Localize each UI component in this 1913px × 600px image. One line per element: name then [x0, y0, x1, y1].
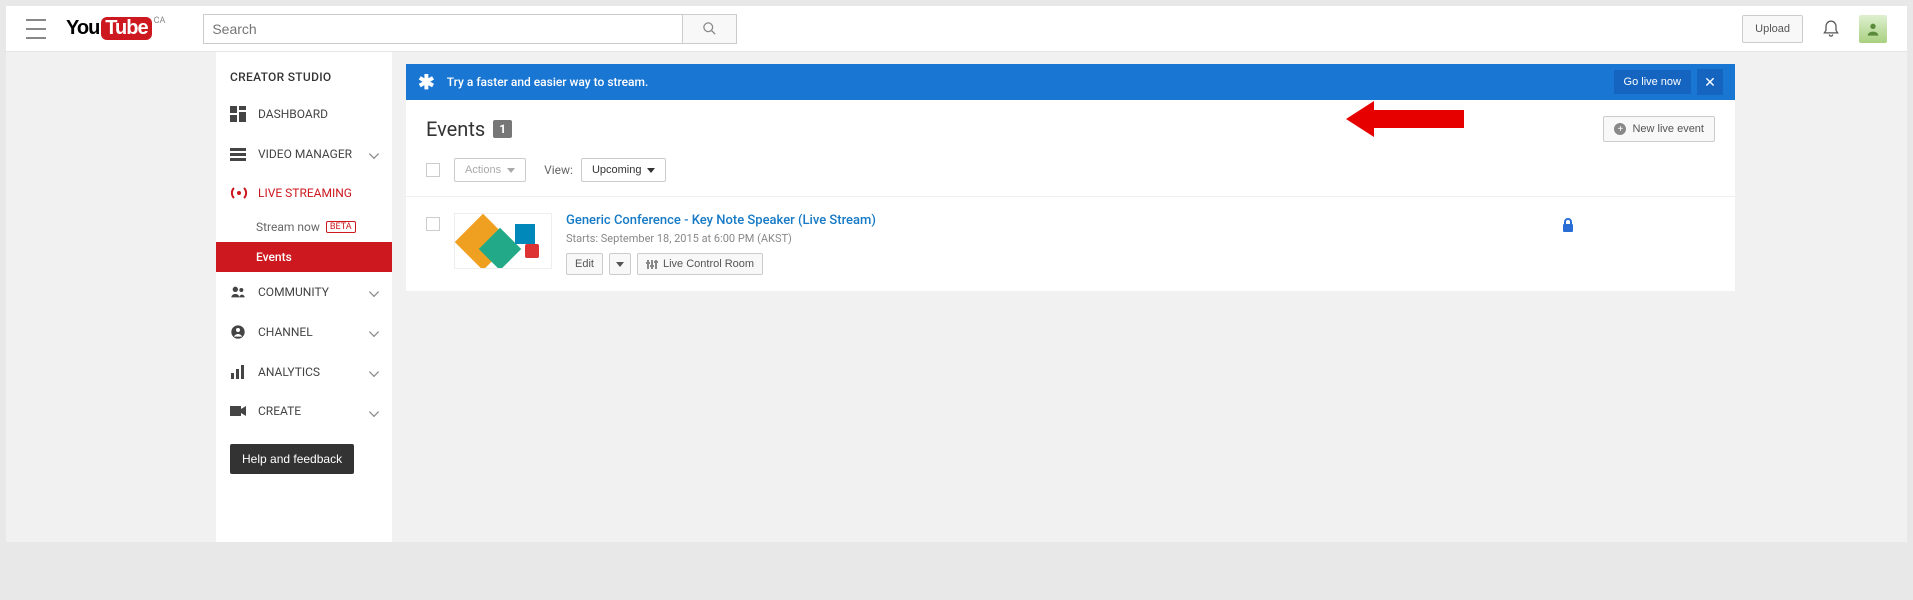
events-toolbar: Actions View: Upcoming — [406, 158, 1735, 196]
dashboard-icon — [230, 106, 250, 122]
edit-dropdown-button[interactable] — [609, 253, 631, 275]
sidebar-label: VIDEO MANAGER — [258, 147, 352, 161]
sidebar-item-channel[interactable]: CHANNEL — [216, 312, 392, 352]
sidebar-sub-events[interactable]: Events — [216, 242, 392, 272]
new-event-label: New live event — [1632, 123, 1704, 135]
sidebar-item-video-manager[interactable]: VIDEO MANAGER — [216, 134, 392, 174]
go-live-now-button[interactable]: Go live now — [1614, 70, 1691, 94]
view-label: View: — [544, 163, 573, 177]
sidebar-label: ANALYTICS — [258, 365, 320, 379]
region-code: CA — [154, 16, 166, 26]
beta-badge: BETA — [326, 221, 356, 233]
view-value: Upcoming — [592, 164, 642, 176]
sidebar-item-analytics[interactable]: ANALYTICS — [216, 352, 392, 392]
close-icon: ✕ — [1704, 74, 1716, 91]
lcr-label: Live Control Room — [663, 258, 754, 270]
avatar-icon — [1865, 21, 1881, 37]
hamburger-menu-button[interactable] — [26, 19, 46, 39]
asterisk-icon: ✱ — [418, 70, 435, 94]
view-filter-dropdown[interactable]: Upcoming — [581, 158, 667, 182]
privacy-lock-icon — [1561, 217, 1575, 237]
sidebar-sub-label: Stream now — [256, 220, 320, 234]
event-start-time: Starts: September 18, 2015 at 6:00 PM (A… — [566, 232, 1561, 245]
plus-circle-icon: + — [1614, 123, 1626, 135]
upload-button[interactable]: Upload — [1742, 15, 1803, 43]
equalizer-icon — [646, 259, 658, 270]
events-panel: Events 1 + New live event Actions View: — [406, 100, 1735, 291]
sidebar-sub-stream-now[interactable]: Stream now BETA — [216, 212, 392, 242]
new-live-event-button[interactable]: + New live event — [1603, 116, 1715, 142]
live-icon — [230, 186, 250, 200]
channel-icon — [230, 324, 250, 340]
sidebar-title: CREATOR STUDIO — [216, 52, 392, 94]
edit-event-button[interactable]: Edit — [566, 253, 603, 275]
creator-studio-sidebar: CREATOR STUDIO DASHBOARD VIDEO MANAGER L… — [216, 52, 392, 542]
search-button[interactable] — [683, 14, 737, 44]
sidebar-item-dashboard[interactable]: DASHBOARD — [216, 94, 392, 134]
notifications-button[interactable] — [1821, 17, 1841, 41]
select-all-checkbox[interactable] — [426, 163, 440, 177]
event-row: Generic Conference - Key Note Speaker (L… — [406, 196, 1735, 291]
events-count-badge: 1 — [493, 120, 512, 138]
youtube-logo[interactable]: YouTube CA — [66, 17, 163, 40]
sidebar-item-live-streaming[interactable]: LIVE STREAMING — [216, 174, 392, 212]
sidebar-item-create[interactable]: CREATE — [216, 392, 392, 430]
sidebar-item-community[interactable]: COMMUNITY — [216, 272, 392, 312]
main-content: ✱ Try a faster and easier way to stream.… — [392, 52, 1747, 542]
page-title: Events — [426, 117, 485, 141]
stream-promo-banner: ✱ Try a faster and easier way to stream.… — [406, 64, 1735, 100]
sidebar-label: CHANNEL — [258, 325, 313, 339]
search-input[interactable] — [203, 14, 683, 44]
sidebar-label: COMMUNITY — [258, 285, 329, 299]
create-icon — [230, 404, 250, 418]
event-checkbox[interactable] — [426, 217, 440, 231]
sidebar-label: CREATE — [258, 404, 301, 418]
sidebar-sub-label: Events — [256, 250, 292, 264]
chevron-down-icon — [616, 262, 624, 267]
chevron-down-icon — [647, 168, 655, 173]
event-thumbnail[interactable] — [454, 213, 552, 269]
help-feedback-button[interactable]: Help and feedback — [230, 444, 354, 474]
event-title-link[interactable]: Generic Conference - Key Note Speaker (L… — [566, 213, 1561, 228]
sidebar-label: LIVE STREAMING — [258, 186, 352, 200]
banner-text: Try a faster and easier way to stream. — [447, 75, 649, 89]
community-icon — [230, 284, 250, 300]
chevron-down-icon — [507, 168, 515, 173]
bell-icon — [1821, 17, 1841, 37]
search-icon — [702, 21, 717, 36]
actions-dropdown[interactable]: Actions — [454, 158, 526, 182]
analytics-icon — [230, 364, 250, 380]
account-avatar[interactable] — [1859, 15, 1887, 43]
top-bar: YouTube CA Upload — [6, 6, 1907, 52]
banner-close-button[interactable]: ✕ — [1697, 69, 1723, 95]
video-manager-icon — [230, 146, 250, 162]
sidebar-label: DASHBOARD — [258, 107, 328, 121]
actions-label: Actions — [465, 164, 501, 176]
live-control-room-button[interactable]: Live Control Room — [637, 253, 763, 275]
